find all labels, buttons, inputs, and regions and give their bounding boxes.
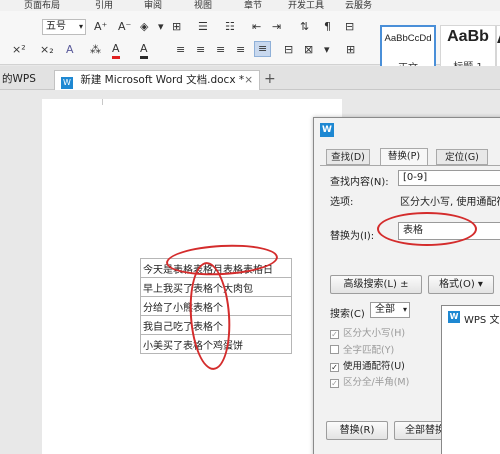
menu-cloud[interactable]: 云服务 — [345, 0, 372, 11]
whole-word-checkbox[interactable]: 全字匹配(Y) — [330, 342, 394, 356]
search-direction-label: 搜索(C) — [330, 309, 365, 320]
chevron-down-icon[interactable]: ▾ — [324, 43, 330, 57]
margin-mark — [102, 99, 103, 105]
dropdown-icon[interactable]: ▾ — [158, 20, 164, 34]
distribute-icon[interactable]: ≡ — [254, 41, 272, 57]
superscript-icon[interactable]: ×² — [12, 43, 26, 57]
checkbox-checked-icon: ✓ — [330, 379, 339, 388]
checkbox-empty-icon — [330, 345, 339, 354]
bullets-icon[interactable]: ☰ — [198, 20, 208, 34]
highlight-icon[interactable]: ⁂ — [90, 43, 101, 57]
align-center-icon[interactable]: ≡ — [196, 43, 205, 57]
annotation-oval — [377, 212, 477, 246]
chevron-down-icon: ▾ — [402, 305, 407, 314]
tab-document[interactable]: W 新建 Microsoft Word 文档.docx * × — [54, 70, 260, 90]
tab-replace[interactable]: 替换(P) — [380, 148, 428, 166]
new-tab-button[interactable]: + — [264, 70, 280, 90]
replace-label: 替换为(I): — [330, 231, 375, 242]
border-icon[interactable]: ⊟ — [345, 20, 354, 34]
tab-goto[interactable]: 定位(G) — [436, 149, 488, 165]
find-input[interactable]: [0-9] — [398, 170, 500, 186]
replace-button[interactable]: 替换(R) — [326, 421, 388, 440]
subscript-icon[interactable]: ×₂ — [40, 43, 54, 57]
tab-divider — [320, 165, 500, 166]
chinese-layout-icon[interactable]: ⊞ — [172, 20, 181, 34]
table-border-icon[interactable]: ⊞ — [346, 43, 355, 57]
clear-format-icon[interactable]: ◈ — [140, 20, 148, 34]
format-button[interactable]: 格式(O) ▾ — [428, 275, 494, 294]
line-spacing-icon[interactable]: ⊟ — [284, 43, 293, 57]
wildcards-checkbox[interactable]: ✓ 使用通配符(U) — [330, 358, 405, 372]
match-width-checkbox[interactable]: ✓ 区分全/半角(M) — [330, 374, 409, 388]
wps-logo-icon: W — [320, 123, 334, 137]
close-icon[interactable]: × — [244, 71, 253, 90]
shrink-font-icon[interactable]: A⁻ — [118, 20, 131, 34]
checkbox-checked-icon: ✓ — [330, 363, 339, 372]
checkbox-checked-icon: ✓ — [330, 330, 339, 339]
options-label: 选项: — [330, 197, 354, 208]
wps-logo-icon: W — [448, 311, 460, 323]
options-summary: 区分大小写, 使用通配符 — [400, 197, 500, 208]
char-shading-icon[interactable]: A — [140, 42, 148, 59]
menu-review[interactable]: 审阅 — [144, 0, 162, 11]
menu-view[interactable]: 视图 — [194, 0, 212, 11]
find-label: 查找内容(N): — [330, 177, 389, 188]
indent-icon[interactable]: ⇥ — [272, 20, 281, 34]
grow-font-icon[interactable]: A⁺ — [94, 20, 107, 34]
menu-references[interactable]: 引用 — [95, 0, 113, 11]
outdent-icon[interactable]: ⇤ — [252, 20, 261, 34]
font-size-select[interactable]: 五号 ▾ — [42, 19, 86, 35]
font-color-icon[interactable]: A — [112, 42, 120, 59]
align-right-icon[interactable]: ≡ — [216, 43, 225, 57]
justify-icon[interactable]: ≡ — [236, 43, 245, 57]
menu-developer[interactable]: 开发工具 — [288, 0, 324, 11]
advanced-search-button[interactable]: 高级搜索(L) ± — [330, 275, 422, 294]
match-case-checkbox[interactable]: ✓ 区分大小写(H) — [330, 325, 405, 339]
sort-icon[interactable]: ⇅ — [300, 20, 309, 34]
menu-bar: 页面布局 引用 审阅 视图 章节 开发工具 云服务 — [0, 0, 500, 11]
tab-wps-home[interactable]: 的WPS — [0, 70, 52, 90]
ribbon-toolbar: 五号 ▾ A⁺ A⁻ ◈ ▾ ⊞ ☰ ☷ ⇤ ⇥ ⇅ ¶ ⊟ ×² ×₂ A ⁂… — [0, 11, 500, 75]
tab-find[interactable]: 查找(D) — [326, 149, 370, 165]
show-marks-icon[interactable]: ¶ — [324, 20, 331, 34]
numbering-icon[interactable]: ☷ — [225, 20, 235, 34]
document-tab-bar: 的WPS W 新建 Microsoft Word 文档.docx * × + — [0, 66, 500, 90]
menu-section[interactable]: 章节 — [244, 0, 262, 11]
popup-title: WPS 文 — [464, 315, 500, 326]
align-left-icon[interactable]: ≡ — [176, 43, 185, 57]
search-direction-select[interactable]: 全部 ▾ — [370, 302, 410, 318]
word-doc-icon: W — [61, 77, 73, 89]
wps-popup-window: W WPS 文 — [441, 305, 500, 454]
menu-page-layout[interactable]: 页面布局 — [24, 0, 60, 11]
text-effect-icon[interactable]: A — [66, 43, 74, 57]
chevron-down-icon: ▾ — [78, 22, 83, 31]
shading-icon[interactable]: ⊠ — [304, 43, 313, 57]
